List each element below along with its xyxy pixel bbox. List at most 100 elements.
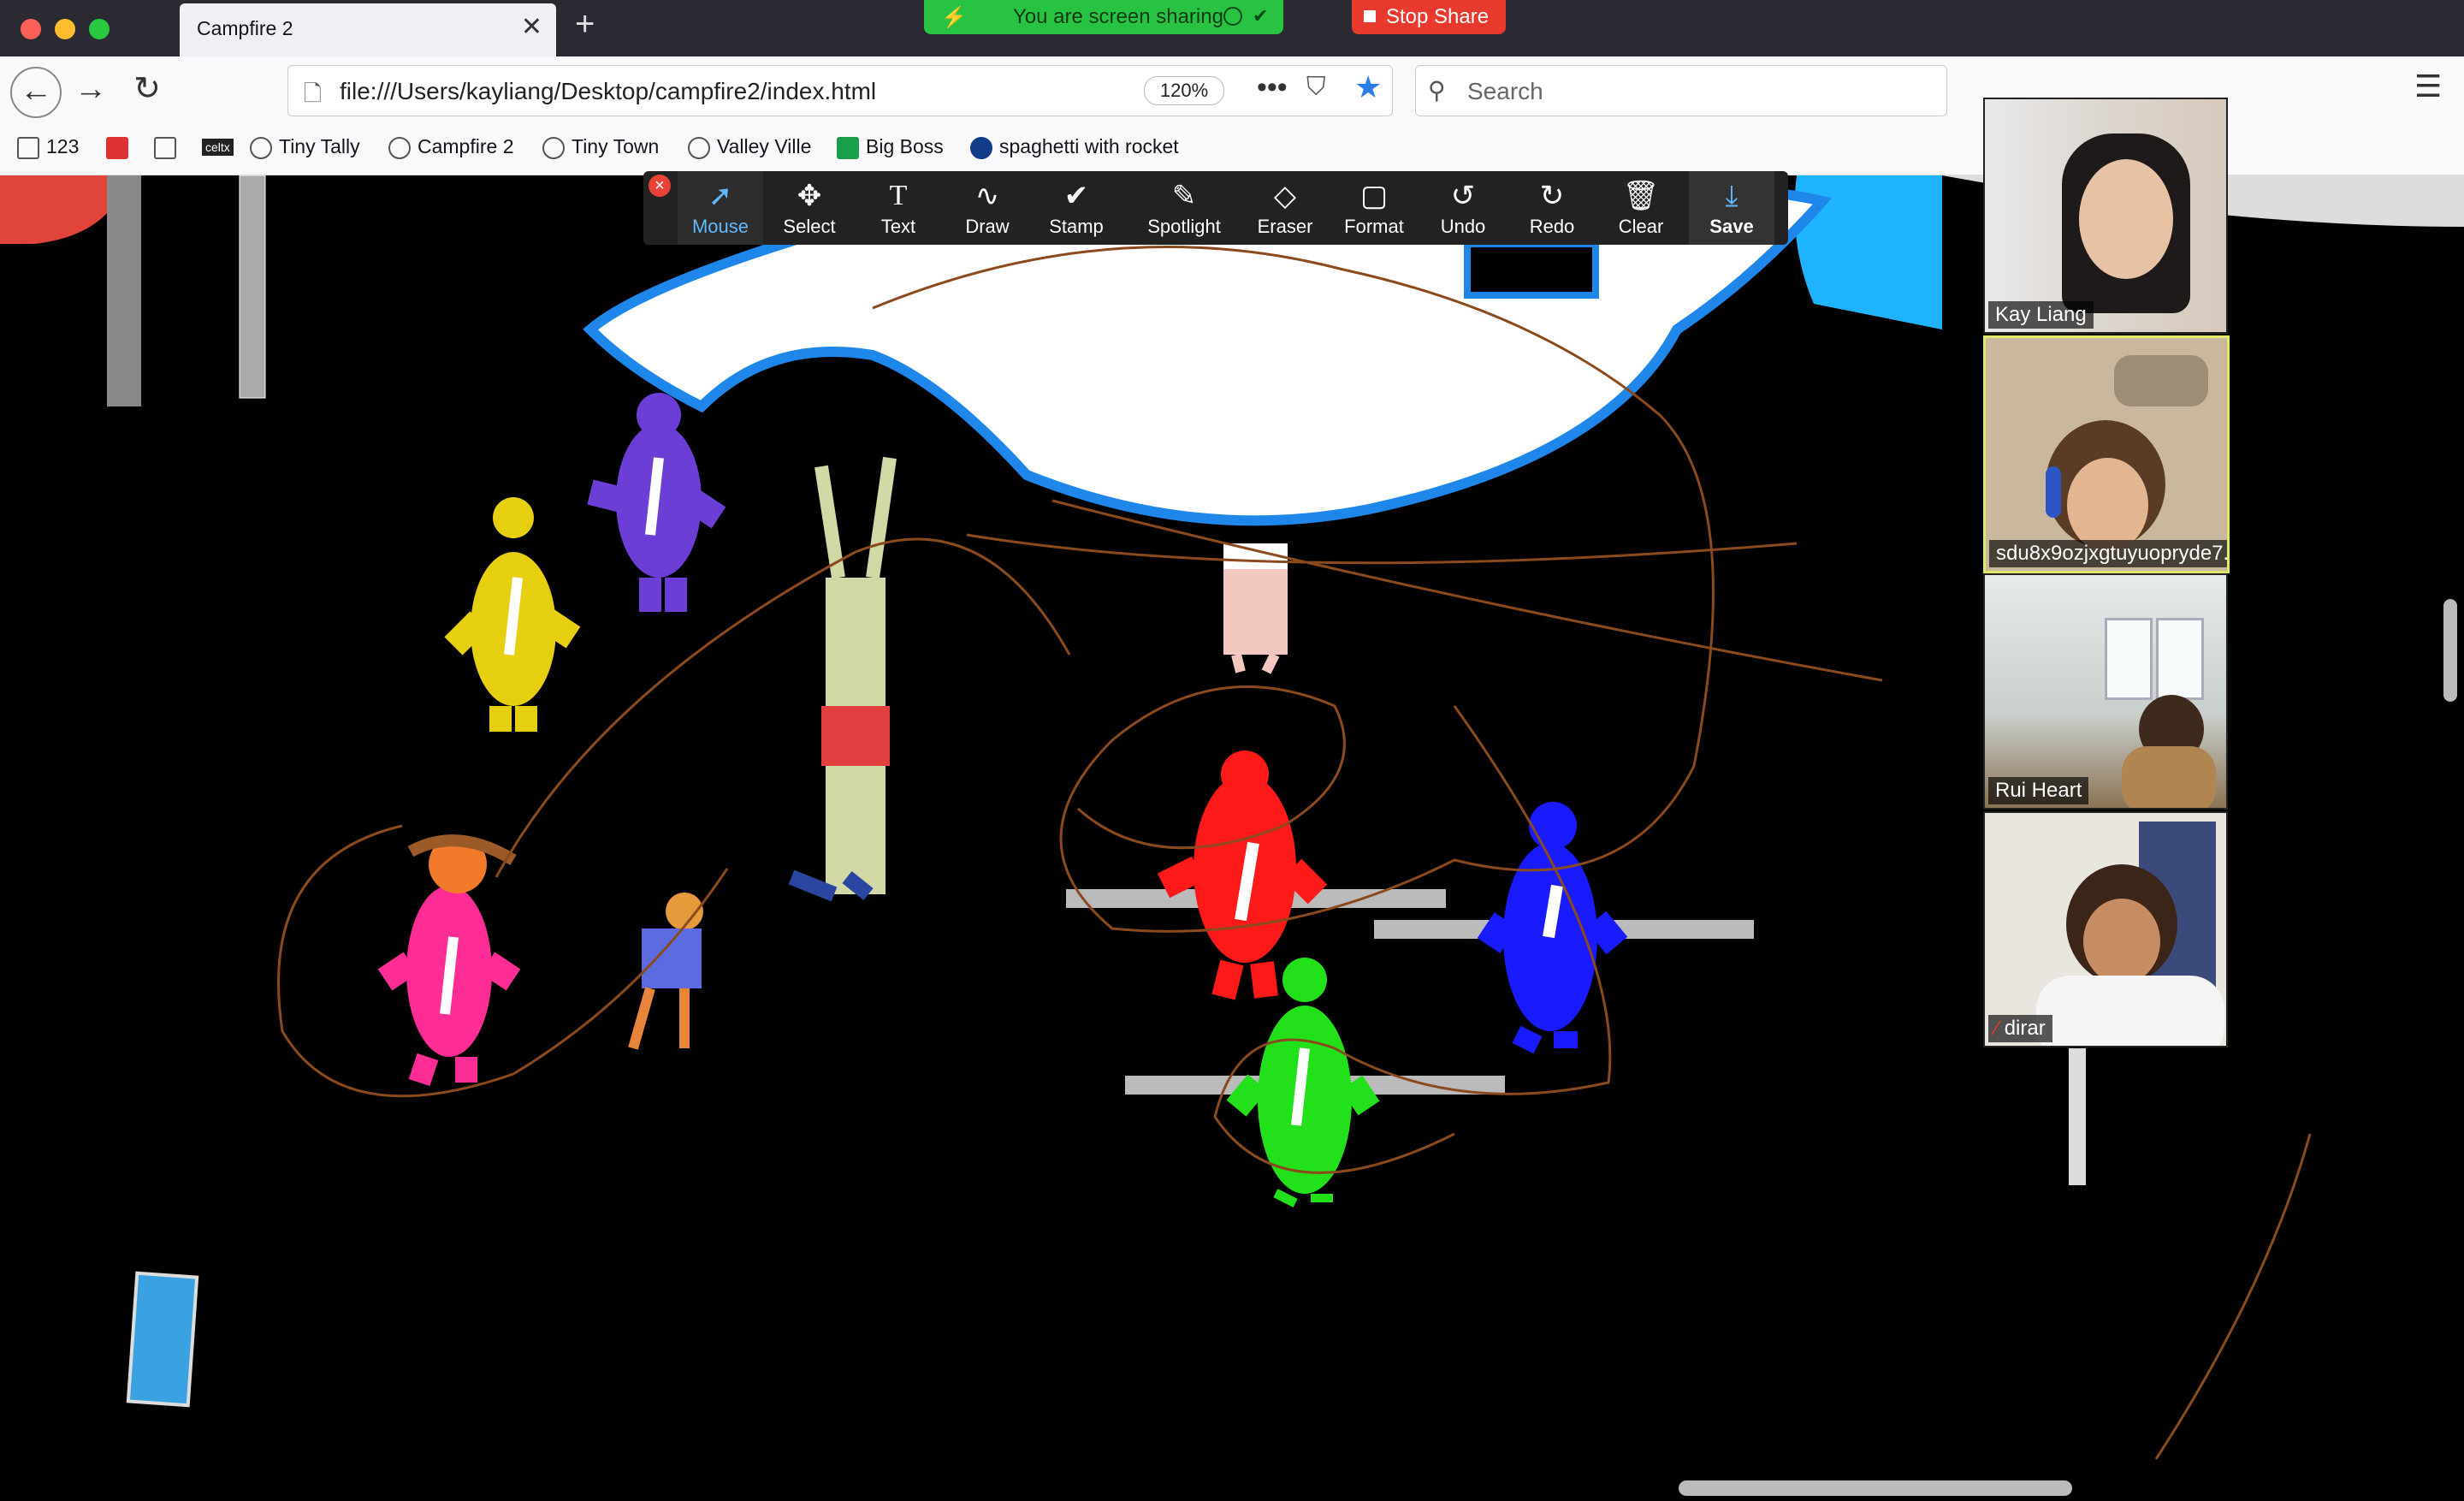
tool-draw[interactable]: ∿ Draw [945, 171, 1030, 245]
bookmark-folder-123[interactable]: 123 [17, 135, 79, 159]
zoom-level-badge[interactable]: 120% [1144, 76, 1224, 105]
chair-shape [2114, 355, 2208, 406]
tool-eraser[interactable]: ◇ Eraser [1242, 171, 1328, 245]
video-tile-kay-liang[interactable]: Kay Liang [1983, 98, 2228, 334]
close-window-button[interactable] [21, 19, 41, 39]
new-tab-button[interactable]: + [575, 5, 595, 44]
white-post-shape [2069, 1048, 2086, 1185]
share-status-icon: ⚡ [941, 6, 967, 29]
blue-can-shape [126, 1271, 199, 1408]
browser-tab[interactable]: Campfire 2 ✕ [180, 3, 556, 56]
move-icon: ✥ [797, 180, 822, 212]
url-bar[interactable]: 🗋 file:///Users/kayliang/Desktop/campfir… [287, 65, 1393, 116]
redo-icon: ↻ [1539, 180, 1565, 212]
bookmark-tiny-tally[interactable]: Tiny Tally [250, 135, 360, 159]
tool-format[interactable]: ▢ Format [1331, 171, 1417, 245]
participant-name: ⁄ dirar [1988, 1015, 2052, 1042]
rocket-icon [970, 136, 992, 159]
bookmark-box-app[interactable] [154, 135, 183, 159]
red-figure [1157, 750, 1328, 1000]
bookmark-valley-ville[interactable]: Valley Ville [688, 135, 811, 159]
globe-icon [542, 136, 565, 159]
bookmark-campfire-2[interactable]: Campfire 2 [388, 135, 513, 159]
bookmark-star-icon[interactable]: ★ [1354, 69, 1382, 105]
trash-icon: 🗑 [1622, 180, 1660, 212]
headphones-shape [2046, 466, 2061, 518]
bookmark-red-app[interactable] [106, 135, 135, 159]
check-icon: ✔ [1063, 180, 1089, 212]
tab-title: Campfire 2 [197, 17, 293, 39]
pointer-icon: ➚ [708, 180, 733, 212]
tool-text[interactable]: T Text [856, 171, 941, 245]
bookmark-tiny-town[interactable]: Tiny Town [542, 135, 659, 159]
pause-share-icon[interactable] [1223, 7, 1242, 26]
reload-button[interactable]: ↻ [123, 67, 171, 115]
video-tile-dirar[interactable]: ⁄ dirar [1983, 811, 2228, 1047]
page-actions-icon[interactable]: ••• [1257, 71, 1288, 104]
tool-spotlight[interactable]: ✎ Spotlight [1133, 171, 1235, 245]
app-icon [106, 136, 128, 159]
folder-icon [17, 136, 39, 159]
participant-face [2083, 899, 2160, 984]
wand-icon: ✎ [1171, 180, 1197, 212]
participant-name: Kay Liang [1988, 301, 2094, 329]
video-tile-rui-heart[interactable]: Rui Heart [1983, 573, 2228, 810]
shield-check-icon: ✔ [1253, 5, 1269, 27]
cloud-window-shape [1464, 240, 1599, 299]
tool-stamp[interactable]: ✔ Stamp [1034, 171, 1119, 245]
participant-face [2067, 458, 2148, 552]
pocket-icon[interactable]: ⛉ [1306, 73, 1326, 102]
eraser-icon: ◇ [1273, 180, 1297, 212]
back-button[interactable]: ← [10, 67, 62, 118]
page-icon: 🗋 [304, 80, 322, 106]
stop-share-button[interactable]: Stop Share [1352, 0, 1506, 34]
tool-redo[interactable]: ↻ Redo [1509, 171, 1595, 245]
participant-face [2079, 159, 2173, 279]
forward-button[interactable]: → [67, 67, 115, 115]
bookmark-spaghetti-with-rocket[interactable]: spaghetti with rocket [970, 135, 1179, 159]
bookmark-big-boss[interactable]: Big Boss [837, 135, 944, 159]
close-toolbar-icon[interactable]: × [649, 175, 671, 197]
celtx-icon[interactable]: celtx [202, 139, 234, 156]
squiggle-icon: ∿ [974, 180, 1000, 212]
annotation-toolbar: × ➚ Mouse ✥ Select T Text ∿ Draw ✔ Stamp ✎ Spo… [643, 171, 1788, 245]
undo-icon: ↺ [1450, 180, 1476, 212]
url-text[interactable]: file:///Users/kayliang/Desktop/campfire2… [340, 78, 876, 105]
tool-mouse[interactable]: ➚ Mouse [678, 171, 763, 245]
window-shape [2105, 618, 2153, 700]
text-icon: T [889, 180, 908, 211]
window-shape [2156, 618, 2204, 700]
video-tile-sdu8x9[interactable]: sdu8x9ozjxgtuyuopryde7... [1983, 335, 2230, 573]
participant-body [2036, 976, 2224, 1046]
tool-clear[interactable]: 🗑 Clear [1598, 171, 1684, 245]
search-box[interactable]: ⚲ Search [1415, 65, 1947, 116]
save-icon: ⤓ [1725, 180, 1738, 212]
yellow-figure [444, 497, 581, 732]
zoom-window-button[interactable] [89, 19, 110, 39]
participant-name: Rui Heart [1988, 777, 2089, 804]
screen-share-banner: ⚡ You are screen sharing ✔ [924, 0, 1283, 34]
blue-figure [1477, 802, 1628, 1054]
tall-man-figure [788, 456, 897, 902]
tool-save[interactable]: ⤓ Save [1689, 171, 1774, 245]
globe-icon [688, 136, 710, 159]
tool-select[interactable]: ✥ Select [767, 171, 852, 245]
horizontal-scrollbar[interactable] [1679, 1480, 2072, 1496]
vertical-scrollbar[interactable] [2443, 599, 2457, 702]
stop-share-label: Stop Share [1386, 5, 1490, 28]
pole-shape [239, 175, 266, 399]
pink-figure [377, 834, 521, 1087]
stop-square-icon [1364, 10, 1376, 22]
globe-icon [250, 136, 272, 159]
tool-undo[interactable]: ↺ Undo [1420, 171, 1506, 245]
search-input[interactable]: Search [1467, 78, 1543, 105]
minimize-window-button[interactable] [55, 19, 75, 39]
pole-shape [107, 175, 141, 406]
participant-body [2122, 746, 2216, 808]
tab-close-icon[interactable]: ✕ [521, 12, 542, 42]
muted-mic-icon: ⁄ [1995, 1017, 2005, 1040]
square-icon: ▢ [1359, 180, 1389, 212]
search-icon: ⚲ [1428, 77, 1446, 104]
hamburger-menu-icon[interactable]: ☰ [2414, 68, 2442, 104]
share-banner-text: You are screen sharing [1013, 5, 1223, 28]
